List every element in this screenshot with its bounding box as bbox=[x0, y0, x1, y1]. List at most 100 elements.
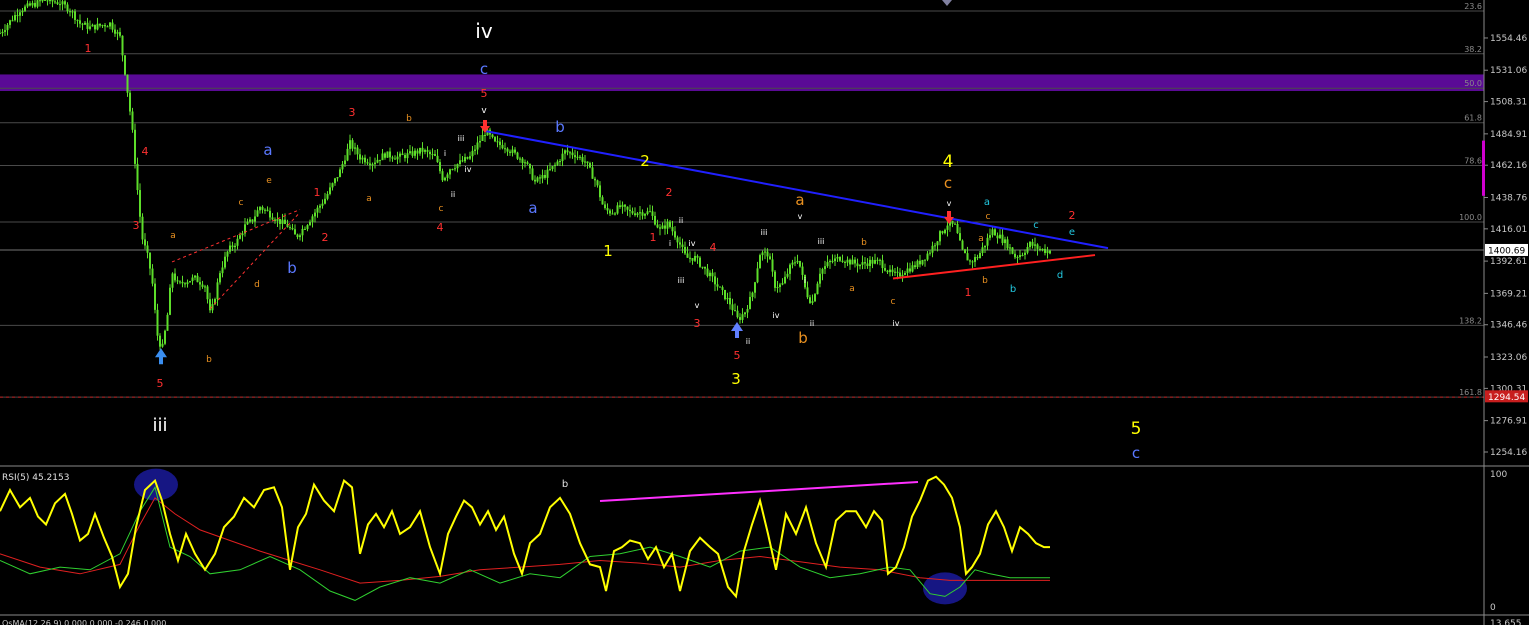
candle-body bbox=[451, 169, 454, 171]
candle-body bbox=[726, 298, 729, 300]
candle-body bbox=[699, 257, 701, 267]
candle-body bbox=[69, 11, 71, 13]
candle-body bbox=[519, 158, 521, 160]
candle-body bbox=[421, 147, 424, 152]
candle-body bbox=[784, 276, 786, 284]
candle-body bbox=[204, 286, 206, 288]
wave-label: a bbox=[849, 284, 855, 294]
candle-body bbox=[746, 309, 749, 313]
candle-body bbox=[619, 205, 621, 207]
price-tick-label: 1531.06 bbox=[1490, 66, 1527, 76]
candle-body bbox=[201, 284, 204, 287]
candle-body bbox=[199, 282, 201, 285]
candle-body bbox=[259, 207, 261, 211]
candle-body bbox=[551, 166, 554, 170]
candle-body bbox=[384, 153, 386, 158]
candle-body bbox=[739, 317, 741, 320]
candle-body bbox=[834, 258, 836, 262]
candle-body bbox=[506, 148, 509, 152]
wave-label: v bbox=[695, 301, 700, 310]
candle-body bbox=[771, 259, 774, 272]
rsi-signal-green-line bbox=[0, 486, 1050, 601]
candle-body bbox=[516, 152, 519, 159]
price-tick-label: 1254.16 bbox=[1490, 448, 1527, 458]
candle-body bbox=[306, 225, 309, 229]
trendline-channel-1[interactable] bbox=[171, 209, 301, 263]
candle-body bbox=[814, 294, 816, 302]
candle-body bbox=[836, 257, 839, 259]
candle-body bbox=[379, 159, 381, 161]
wave-label: c bbox=[439, 204, 444, 214]
candle-body bbox=[71, 11, 74, 13]
candle-body bbox=[761, 252, 764, 256]
candle-body bbox=[866, 263, 869, 266]
candle-body bbox=[454, 168, 456, 170]
candle-body bbox=[284, 219, 286, 224]
candle-body bbox=[899, 272, 901, 277]
wave-label: c bbox=[1132, 444, 1140, 462]
candle-body bbox=[491, 134, 494, 138]
candle-body bbox=[444, 177, 446, 181]
fib-level-label: 61.8 bbox=[1464, 114, 1482, 123]
candle-body bbox=[294, 229, 296, 235]
candle-body bbox=[734, 310, 736, 312]
candle-body bbox=[14, 15, 16, 21]
candle-body bbox=[496, 141, 499, 143]
candle-body bbox=[411, 151, 414, 156]
candle-body bbox=[171, 273, 174, 288]
candle-body bbox=[636, 213, 639, 216]
wave-label: d bbox=[1057, 270, 1063, 281]
candle-body bbox=[554, 164, 556, 167]
candle-body bbox=[579, 156, 581, 158]
candle-body bbox=[821, 269, 824, 274]
candle-body bbox=[114, 29, 116, 34]
wave-label: c bbox=[891, 297, 896, 307]
wave-label: 5 bbox=[157, 377, 164, 390]
wave-label: c bbox=[944, 174, 952, 192]
candle-body bbox=[941, 231, 944, 234]
candle-body bbox=[181, 281, 184, 284]
candle-body bbox=[164, 330, 166, 344]
candle-body bbox=[936, 241, 939, 246]
candle-body bbox=[789, 264, 791, 274]
trendline-lower-red[interactable] bbox=[892, 254, 1096, 280]
candle-body bbox=[459, 160, 461, 164]
candle-body bbox=[606, 208, 609, 211]
candle-body bbox=[759, 255, 761, 269]
candle-body bbox=[801, 266, 804, 275]
rsi-pane[interactable]: RSI(5) 45.2153 b 100 0 OsMA(12,26,9) 0.000 0… bbox=[0, 468, 1529, 625]
candle-body bbox=[916, 260, 919, 268]
candle-body bbox=[381, 153, 384, 161]
candle-body bbox=[34, 2, 36, 7]
trading-chart[interactable]: 23.638.250.061.878.6100.0138.2161.8ivc5v… bbox=[0, 0, 1529, 625]
candle-body bbox=[221, 267, 224, 274]
fib-level-label: 100.0 bbox=[1459, 213, 1482, 222]
wave-label: 4 bbox=[943, 152, 954, 172]
candle-body bbox=[934, 245, 936, 247]
candle-body bbox=[264, 209, 266, 211]
candle-body bbox=[634, 213, 636, 216]
candle-body bbox=[1, 31, 4, 34]
price-tick-label: 1369.21 bbox=[1490, 289, 1527, 299]
candle-body bbox=[76, 19, 79, 21]
candle-body bbox=[431, 154, 434, 156]
candle-body bbox=[649, 211, 651, 213]
candle-body bbox=[954, 223, 956, 225]
candle-body bbox=[926, 253, 929, 260]
candle-body bbox=[661, 225, 664, 229]
candle-body bbox=[279, 219, 281, 224]
candle-body bbox=[786, 273, 789, 277]
candle-body bbox=[736, 310, 739, 318]
candle-body bbox=[299, 235, 301, 238]
candle-body bbox=[0, 33, 1, 35]
price-pane[interactable]: 23.638.250.061.878.6100.0138.2161.8ivc5v… bbox=[0, 0, 1529, 467]
wave-label: i bbox=[669, 239, 671, 248]
candle-body bbox=[951, 220, 954, 224]
candle-body bbox=[911, 265, 914, 272]
wave-label: 3 bbox=[349, 106, 356, 119]
candle-body bbox=[256, 210, 259, 217]
candle-body bbox=[26, 3, 29, 7]
candle-body bbox=[224, 256, 226, 268]
wave-label: c bbox=[480, 60, 488, 78]
trendline-upper-blue[interactable] bbox=[484, 129, 1109, 250]
